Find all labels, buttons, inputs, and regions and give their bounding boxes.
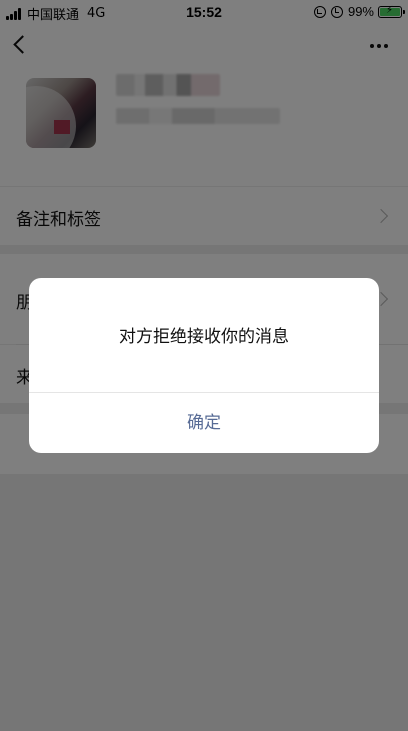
alert-dialog: 对方拒绝接收你的消息 确定: [29, 278, 379, 453]
confirm-button[interactable]: 确定: [29, 393, 379, 453]
dialog-message: 对方拒绝接收你的消息: [119, 327, 289, 347]
contact-profile-screen: 中国联通 4G 15:52 99% ⚡ 备注和标签 朋: [0, 0, 408, 731]
